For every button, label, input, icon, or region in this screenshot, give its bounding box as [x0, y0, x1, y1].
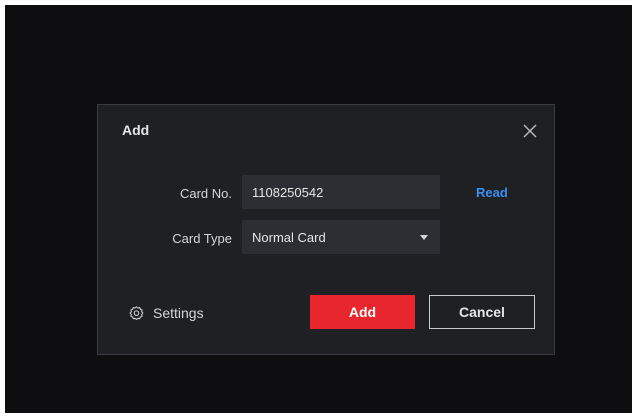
settings-label: Settings: [153, 305, 204, 321]
close-icon[interactable]: [521, 122, 539, 140]
cancel-button[interactable]: Cancel: [429, 295, 535, 329]
card-no-label: Card No.: [179, 186, 232, 201]
gear-icon: [128, 305, 145, 322]
caret-down-icon: [420, 235, 428, 240]
card-type-label: Card Type: [172, 231, 232, 246]
add-button[interactable]: Add: [310, 295, 415, 329]
dialog-title: Add: [122, 122, 150, 138]
card-no-input[interactable]: [242, 175, 440, 209]
card-type-select[interactable]: Normal Card: [242, 220, 440, 254]
read-button[interactable]: Read: [476, 185, 508, 200]
add-card-dialog: Add Card No. Read Card Type Normal Card …: [97, 104, 555, 355]
card-type-value: Normal Card: [252, 230, 326, 245]
